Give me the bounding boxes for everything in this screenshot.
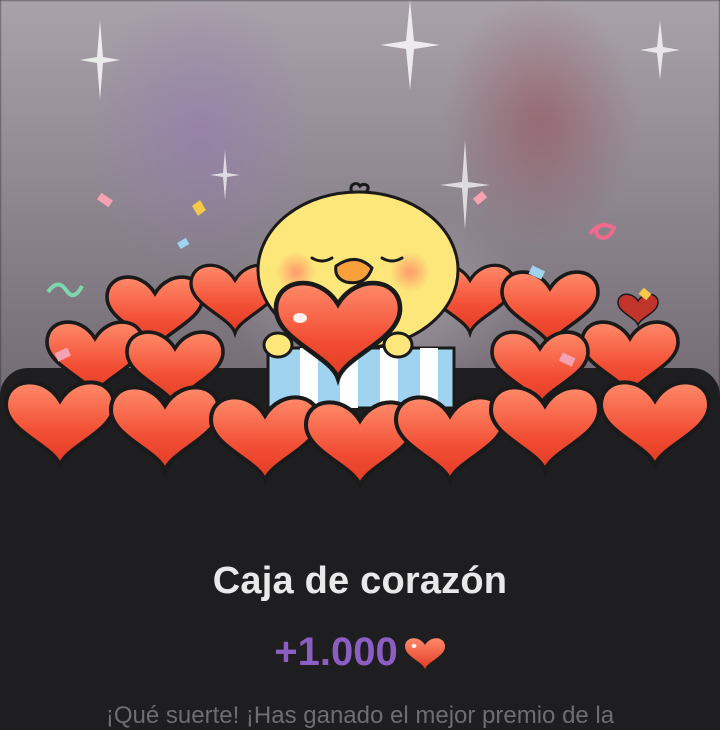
heart-box-illustration — [0, 182, 720, 510]
sparkle-icon — [380, 0, 440, 90]
reward-title: Caja de corazón — [212, 560, 508, 602]
reward-amount: +1.000 — [274, 630, 398, 674]
sparkle-icon — [80, 20, 120, 100]
reward-message: ¡Qué suerte! ¡Has ganado el mejor premio… — [105, 702, 615, 729]
reward-row: +1.000 — [0, 630, 720, 675]
sparkle-icon — [640, 20, 680, 80]
heart-icon — [404, 637, 445, 669]
